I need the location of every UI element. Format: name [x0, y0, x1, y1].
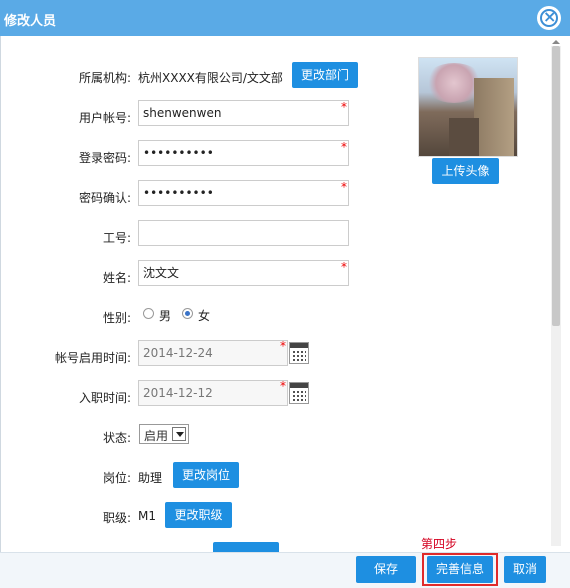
rank-label: 职级: — [102, 511, 131, 525]
dialog-titlebar: 修改人员 — [0, 0, 570, 36]
employee-no-input[interactable] — [138, 220, 349, 246]
scroll-up-arrow[interactable] — [551, 38, 561, 46]
change-position-button[interactable]: 更改岗位 — [173, 462, 239, 488]
required-mark: * — [280, 379, 286, 393]
enable-date-label: 帐号启用时间: — [54, 351, 131, 365]
rank-value: M1 — [138, 509, 156, 523]
scrollbar[interactable] — [551, 46, 561, 546]
close-icon[interactable] — [537, 6, 561, 30]
required-mark: * — [341, 100, 347, 114]
step-note: 第四步 — [421, 537, 458, 551]
dialog-title: 修改人员 — [4, 14, 57, 29]
account-label: 用户帐号: — [78, 111, 131, 125]
enable-date-input[interactable]: 2014-12-24 — [138, 340, 288, 366]
position-value: 助理 — [138, 471, 163, 485]
hire-date-input[interactable]: 2014-12-12 — [138, 380, 288, 406]
scrollbar-thumb[interactable] — [552, 46, 560, 326]
required-mark: * — [341, 260, 347, 274]
password-confirm-input[interactable]: •••••••••• — [138, 180, 349, 206]
change-dept-button[interactable]: 更改部门 — [292, 62, 358, 88]
avatar-photo — [418, 57, 518, 157]
org-label: 所属机构: — [78, 71, 131, 85]
required-mark: * — [341, 140, 347, 154]
status-label: 状态: — [102, 431, 131, 445]
gender-male-label: 男 — [159, 309, 172, 323]
name-label: 姓名: — [102, 271, 131, 285]
password-input[interactable]: •••••••••• — [138, 140, 349, 166]
gender-male-radio[interactable] — [143, 308, 154, 319]
org-value: 杭州XXXX有限公司/文文部 — [138, 71, 283, 85]
chevron-down-icon[interactable] — [172, 427, 186, 441]
next-row-button[interactable] — [213, 542, 279, 552]
hire-date-label: 入职时间: — [78, 391, 131, 405]
required-mark: * — [341, 180, 347, 194]
required-mark: * — [280, 339, 286, 353]
gender-female-radio[interactable] — [182, 308, 193, 319]
calendar-icon[interactable] — [289, 342, 309, 364]
calendar-icon[interactable] — [289, 382, 309, 404]
gender-female-label: 女 — [198, 309, 211, 323]
password-confirm-label: 密码确认: — [78, 191, 131, 205]
name-input[interactable]: 沈文文 — [138, 260, 349, 286]
status-select[interactable]: 启用 — [139, 424, 189, 444]
account-input[interactable]: shenwenwen — [138, 100, 349, 126]
employee-no-label: 工号: — [102, 231, 131, 245]
change-rank-button[interactable]: 更改职级 — [165, 502, 232, 528]
save-button[interactable]: 保存 — [356, 556, 416, 583]
status-value: 启用 — [144, 429, 169, 443]
upload-avatar-button[interactable]: 上传头像 — [432, 158, 499, 184]
cancel-button[interactable]: 取消 — [504, 556, 546, 583]
gender-label: 性别: — [102, 311, 131, 325]
password-label: 登录密码: — [78, 151, 131, 165]
position-label: 岗位: — [102, 471, 131, 485]
form-content: 所属机构: 杭州XXXX有限公司/文文部 更改部门 用户帐号: shenwenw… — [0, 36, 570, 552]
highlight-box — [422, 553, 498, 586]
